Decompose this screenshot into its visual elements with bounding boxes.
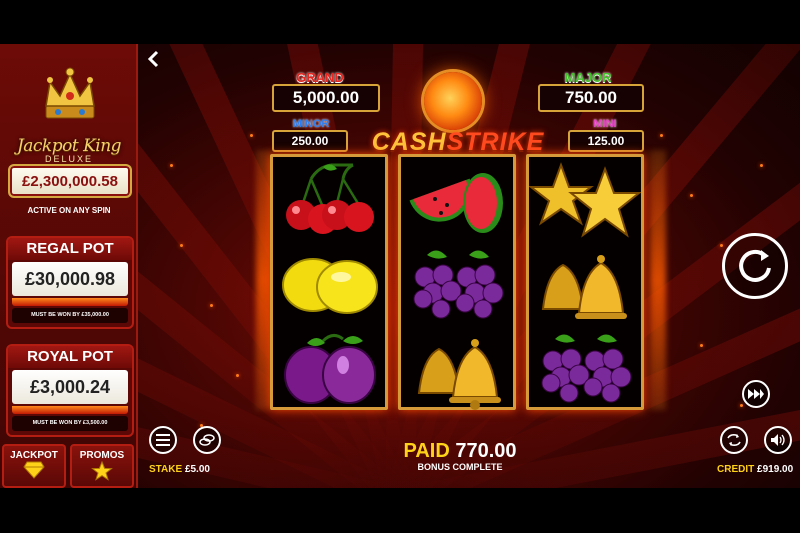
menu-button[interactable] (149, 426, 177, 454)
stake-label: STAKE (149, 464, 183, 475)
back-arrow-icon[interactable] (146, 50, 160, 68)
ember (180, 244, 183, 247)
major-label: MAJOR (564, 70, 612, 85)
ember (700, 344, 703, 347)
jackpot-king-value: £2,300,000.58 (8, 164, 132, 198)
jackpot-king-logo: Jackpot King (16, 136, 122, 156)
ember (720, 244, 723, 247)
minor-value: 250.00 (272, 130, 348, 152)
credit-label: CREDIT (717, 464, 755, 475)
reel-3 (526, 154, 644, 410)
autoplay-button[interactable] (720, 426, 748, 454)
reel-1 (270, 154, 388, 410)
ember (660, 134, 663, 137)
paid-word: PAID (403, 440, 450, 462)
ember (250, 134, 253, 137)
diamond-icon (23, 461, 45, 479)
minor-label: MINOR (292, 118, 330, 130)
royal-pot: ROYAL POT £3,000.24 MUST BE WON BY £3,50… (6, 344, 134, 437)
spin-icon (739, 249, 771, 282)
royal-pot-title: ROYAL POT (8, 346, 132, 368)
flame-strip (12, 406, 128, 414)
regal-pot-value: £30,000.98 (12, 262, 128, 296)
jackpot-tab[interactable]: JACKPOT (2, 444, 66, 488)
grapes-icon (413, 250, 504, 319)
paid-display: PAID 770.00 BONUS COMPLETE (360, 440, 560, 472)
bell-icon (541, 255, 627, 319)
stars-icon (529, 162, 641, 238)
credit-value: £919.00 (757, 464, 794, 475)
lemon-icon (282, 258, 378, 314)
major-value: 750.00 (538, 84, 644, 112)
mini-label: MINI (593, 118, 617, 130)
stake-value: £5.00 (184, 464, 210, 475)
grand-value: 5,000.00 (272, 84, 380, 112)
watermelon-icon (409, 173, 503, 233)
flames (650, 150, 666, 410)
fast-forward-icon (748, 389, 764, 399)
title-cash: CASH (371, 128, 447, 156)
stake-button[interactable] (193, 426, 221, 454)
promos-tab-label: PROMOS (79, 450, 125, 461)
royal-pot-value: £3,000.24 (12, 370, 128, 404)
stake-display: STAKE £5.00 (149, 464, 210, 475)
flame-strip (12, 298, 128, 306)
royal-pot-note: MUST BE WON BY £3,500.00 (12, 416, 128, 431)
speaker-icon (771, 434, 785, 446)
bonus-status: BONUS COMPLETE (417, 462, 503, 472)
coins-icon (199, 434, 215, 446)
sound-button[interactable] (764, 426, 792, 454)
crown-icon (45, 67, 95, 119)
active-on-any-spin: ACTIVE ON ANY SPIN (27, 206, 111, 215)
reel-2 (398, 154, 516, 410)
spin-button[interactable] (722, 233, 788, 299)
jackpot-tab-label: JACKPOT (10, 450, 58, 461)
ember (170, 164, 173, 167)
ember (690, 194, 693, 197)
mini-value: 125.00 (568, 130, 644, 152)
promos-tab[interactable]: PROMOS (70, 444, 134, 488)
bell-icon (417, 339, 501, 410)
star-icon (91, 460, 113, 481)
regal-pot-note: MUST BE WON BY £35,000.00 (12, 308, 128, 323)
plum-icon (284, 334, 376, 404)
grand-label: GRAND (296, 70, 344, 85)
ember (760, 164, 763, 167)
fireball-icon (424, 72, 482, 130)
paid-value: 770.00 (455, 440, 517, 462)
regal-pot: REGAL POT £30,000.98 MUST BE WON BY £35,… (6, 236, 134, 329)
cherries-icon (286, 163, 374, 234)
grapes-icon (541, 334, 632, 403)
autoplay-icon (727, 434, 741, 446)
turbo-button[interactable] (742, 380, 770, 408)
menu-icon (156, 434, 170, 446)
game-screen: Jackpot King DELUXE £2,300,000.58 ACTIVE… (0, 0, 800, 533)
jackpot-king-panel: Jackpot King DELUXE £2,300,000.58 ACTIVE… (0, 44, 138, 488)
deluxe-label: DELUXE (44, 154, 93, 164)
credit-display: CREDIT £919.00 (717, 464, 793, 475)
ember (210, 304, 213, 307)
ember (740, 404, 743, 407)
regal-pot-title: REGAL POT (8, 238, 132, 260)
title-strike: STRIKE (446, 128, 545, 156)
ember (236, 374, 239, 377)
